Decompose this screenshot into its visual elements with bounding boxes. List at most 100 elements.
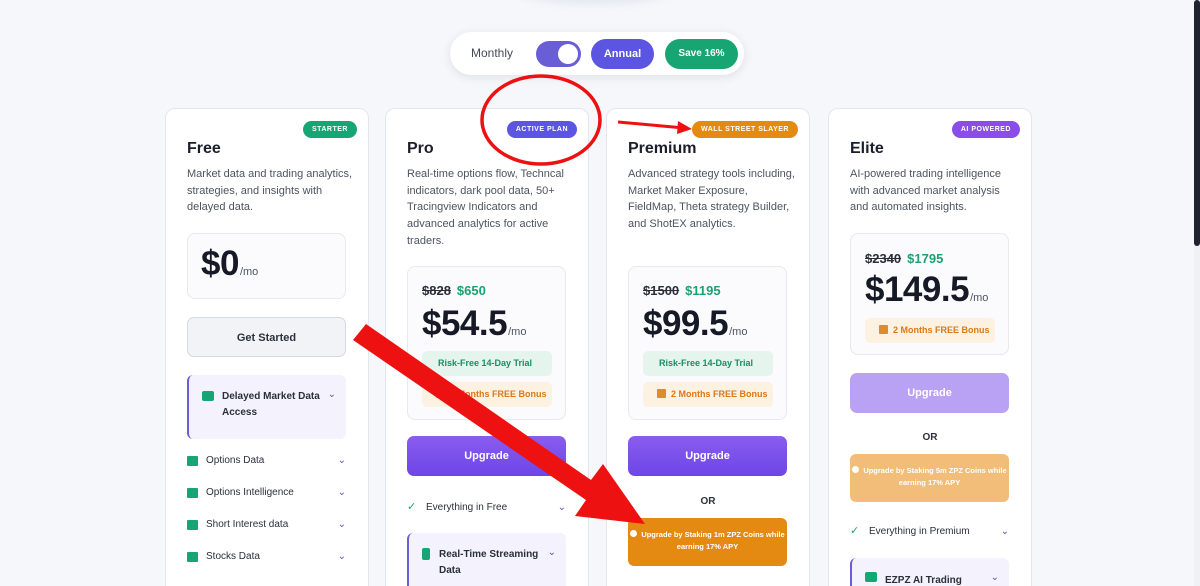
bonus-pill: 2 Months FREE Bonus: [643, 382, 773, 407]
plan-title: Elite: [850, 140, 884, 157]
everything-in-premium-row[interactable]: ✓ Everything in Premium ⌄: [850, 524, 1015, 542]
plan-card-elite: AI POWERED Elite AI-powered trading inte…: [828, 108, 1032, 586]
stake-upgrade-button[interactable]: Upgrade by Staking 5m ZPZ Coins while ea…: [850, 454, 1009, 502]
chevron-down-icon[interactable]: ⌄: [991, 572, 999, 583]
plan-card-pro: ACTIVE PLAN Pro Real-time options flow, …: [385, 108, 589, 586]
per-month: /mo: [239, 266, 259, 278]
feature-row-options-intelligence[interactable]: Options Intelligence ⌄: [187, 485, 352, 503]
coin-icon: [630, 530, 638, 537]
everything-in-free-row[interactable]: ✓ Everything in Free ⌄: [407, 500, 572, 518]
graduation-cap-icon: [202, 391, 214, 401]
bonus-pill: 2 Months FREE Bonus: [422, 382, 552, 407]
plan-description: AI-powered trading intelligence with adv…: [850, 168, 1002, 214]
billing-period-switch[interactable]: [536, 41, 581, 67]
old-price: $1500: [643, 283, 680, 298]
top-glow: [520, 0, 670, 4]
gift-icon: [436, 389, 445, 398]
check-icon: ✓: [850, 525, 860, 537]
robot-icon: [865, 572, 877, 582]
stake-label: Upgrade by Staking 5m ZPZ Coins while ea…: [863, 466, 1007, 487]
feature-label: Stocks Data: [206, 551, 260, 562]
upgrade-button[interactable]: Upgrade: [850, 373, 1009, 413]
feature-row-stocks-data[interactable]: Stocks Data ⌄: [187, 549, 352, 567]
discount-price: $1795: [907, 251, 944, 266]
plan-badge: WALL STREET SLAYER: [692, 121, 798, 138]
lightning-icon: [422, 548, 430, 560]
plan-badge: ACTIVE PLAN: [506, 121, 577, 138]
plan-title: Free: [187, 140, 221, 157]
featured-feature-delayed-data[interactable]: Delayed Market Data Access ⌄: [187, 375, 346, 439]
feature-row-options-data[interactable]: Options Data ⌄: [187, 453, 352, 471]
plan-description: Real-time options flow, Techncal indicat…: [407, 168, 564, 247]
bonus-label: 2 Months FREE Bonus: [671, 389, 768, 399]
feature-row-short-interest[interactable]: Short Interest data ⌄: [187, 517, 352, 535]
or-separator: OR: [922, 432, 938, 443]
gift-icon: [657, 389, 666, 398]
discount-line: $2340 $1795: [865, 250, 943, 268]
discount-price: $1195: [685, 283, 721, 298]
plan-title: Pro: [407, 140, 434, 157]
feature-label: Options Data: [206, 455, 265, 466]
get-started-button[interactable]: Get Started: [187, 317, 346, 357]
chevron-down-icon[interactable]: ⌄: [338, 455, 346, 466]
discount-line: $1500 $1195: [643, 282, 721, 300]
billing-toggle: Monthly Annual Save 16%: [450, 32, 744, 75]
check-icon: ✓: [407, 501, 417, 513]
list-icon: [187, 456, 198, 466]
plan-description: Advanced strategy tools including, Marke…: [628, 168, 795, 231]
feature-label: Everything in Free: [426, 502, 508, 513]
chevron-down-icon[interactable]: ⌄: [548, 547, 556, 558]
feature-label: Options Intelligence: [206, 487, 294, 498]
per-month: /mo: [508, 326, 527, 338]
featured-feature-ai-trading[interactable]: EZPZ AI Trading ⌄: [850, 558, 1009, 586]
bonus-label: 2 Months FREE Bonus: [450, 389, 547, 399]
chevron-down-icon[interactable]: ⌄: [338, 519, 346, 530]
old-price: $828: [422, 283, 451, 298]
plan-card-premium: WALL STREET SLAYER Premium Advanced stra…: [606, 108, 810, 586]
old-price: $2340: [865, 251, 902, 266]
upgrade-button[interactable]: Upgrade: [407, 436, 566, 476]
price-line: $54.5/mo: [422, 304, 526, 344]
discount-line: $828 $650: [422, 282, 486, 300]
or-separator: OR: [700, 496, 716, 507]
chevron-down-icon[interactable]: ⌄: [1001, 526, 1009, 537]
bonus-pill: 2 Months FREE Bonus: [865, 318, 995, 343]
per-month: /mo: [729, 326, 748, 338]
scrollbar-thumb[interactable]: [1194, 0, 1200, 246]
gift-icon: [879, 325, 888, 334]
featured-feature-real-time[interactable]: Real-Time Streaming Data ⌄: [407, 533, 566, 586]
coin-icon: [852, 466, 860, 473]
price-line: $149.5/mo: [865, 270, 988, 310]
plan-price: $54.5: [422, 304, 508, 343]
plan-price: $0: [201, 244, 239, 283]
plan-title: Premium: [628, 140, 697, 157]
bonus-label: 2 Months FREE Bonus: [893, 325, 990, 335]
feature-label: Short Interest data: [206, 519, 289, 530]
annual-button[interactable]: Annual: [591, 39, 654, 69]
upgrade-button[interactable]: Upgrade: [628, 436, 787, 476]
plan-card-free: STARTER Free Market data and trading ana…: [165, 108, 369, 586]
trial-pill: Risk-Free 14-Day Trial: [422, 351, 552, 376]
chevron-down-icon[interactable]: ⌄: [338, 487, 346, 498]
chevron-down-icon[interactable]: ⌄: [338, 551, 346, 562]
database-icon: [187, 552, 198, 562]
trial-pill: Risk-Free 14-Day Trial: [643, 351, 773, 376]
monthly-label[interactable]: Monthly: [471, 46, 513, 60]
feature-label: Delayed Market Data Access: [222, 391, 320, 418]
chevron-down-icon[interactable]: ⌄: [558, 502, 566, 513]
plan-description: Market data and trading analytics, strat…: [187, 168, 353, 214]
price-box: $2340 $1795 $149.5/mo 2 Months FREE Bonus: [850, 233, 1009, 355]
per-month: /mo: [970, 292, 989, 304]
price-box: $828 $650 $54.5/mo Risk-Free 14-Day Trial…: [407, 266, 566, 420]
feature-label: EZPZ AI Trading: [885, 575, 962, 586]
feature-label: Real-Time Streaming Data: [439, 549, 539, 576]
price-line: $99.5/mo: [643, 304, 747, 344]
users-icon: [187, 520, 198, 530]
chart-line-icon: [187, 488, 198, 498]
feature-label: Everything in Premium: [869, 526, 970, 537]
stake-upgrade-button[interactable]: Upgrade by Staking 1m ZPZ Coins while ea…: [628, 518, 787, 566]
stake-label: Upgrade by Staking 1m ZPZ Coins while ea…: [641, 530, 785, 551]
price-box: $0/mo: [187, 233, 346, 299]
chevron-down-icon[interactable]: ⌄: [328, 389, 336, 400]
price-box: $1500 $1195 $99.5/mo Risk-Free 14-Day Tri…: [628, 266, 787, 420]
